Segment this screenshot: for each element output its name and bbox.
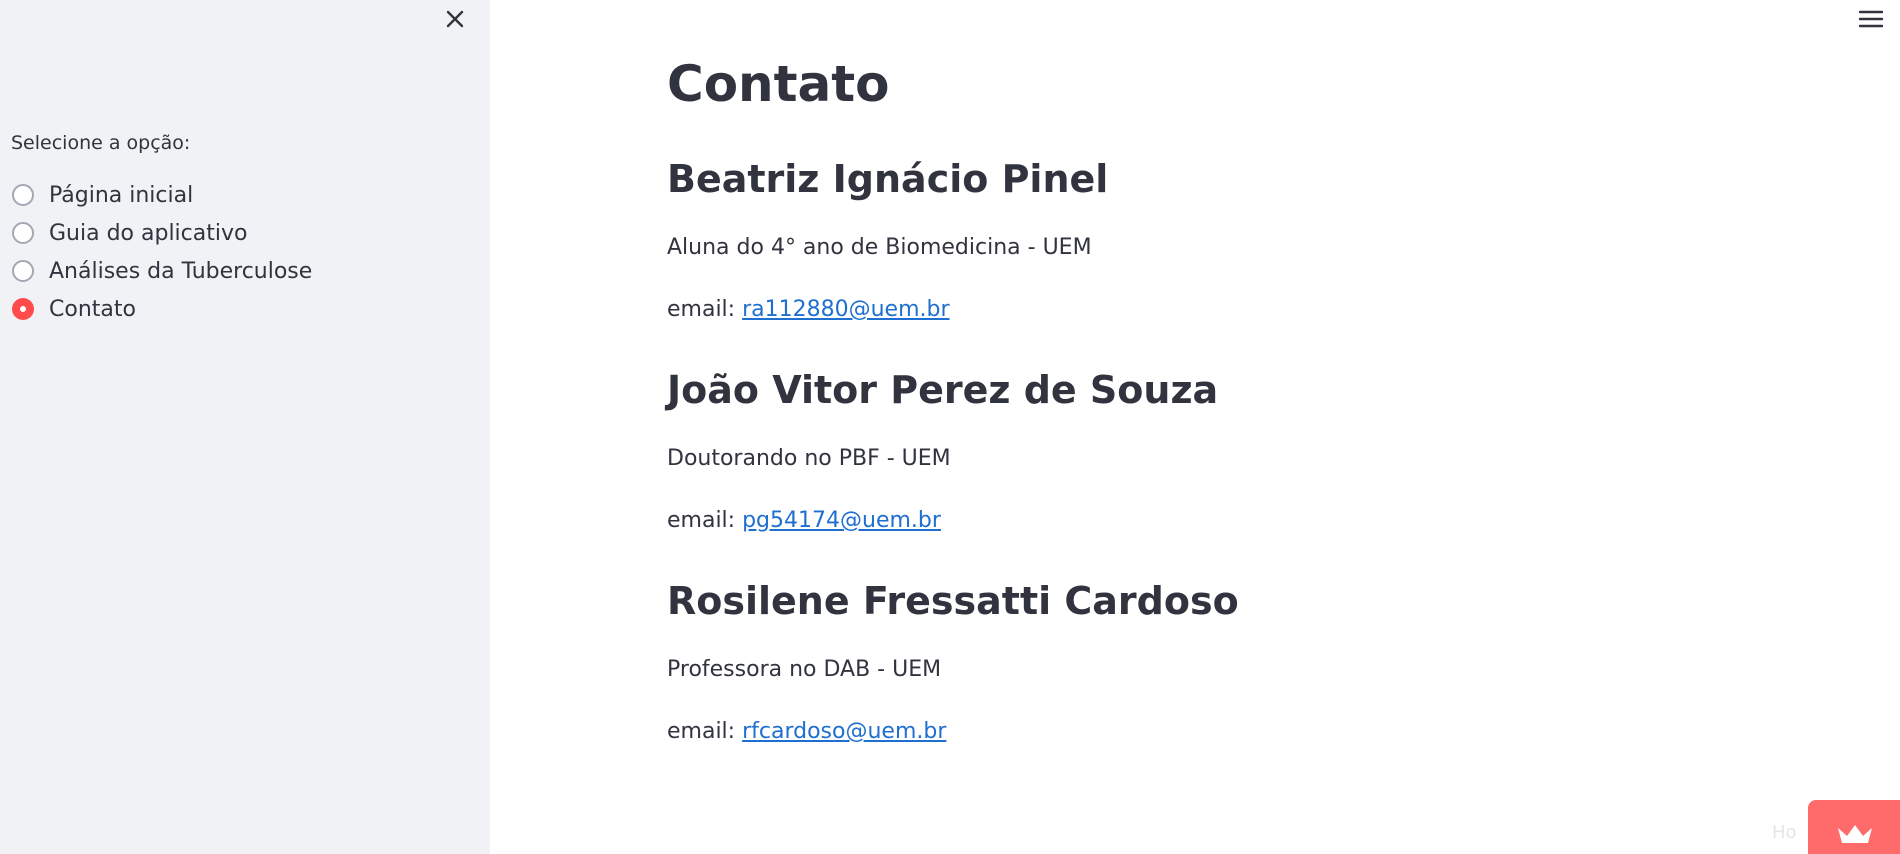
crown-icon: [1838, 825, 1872, 843]
contact-name: Beatriz Ignácio Pinel: [667, 157, 1109, 201]
contact-email-line: email: ra112880@uem.br: [667, 297, 950, 322]
radio-button-selected[interactable]: [12, 298, 34, 320]
hamburger-menu-icon: [1858, 10, 1884, 28]
sidebar: Selecione a opção: Página inicial Guia d…: [0, 0, 490, 854]
contact-email-line: email: rfcardoso@uem.br: [667, 719, 946, 744]
radio-option-pagina-inicial[interactable]: Página inicial: [12, 176, 312, 214]
radio-option-label: Guia do aplicativo: [49, 220, 248, 246]
main-menu-button[interactable]: [1857, 6, 1885, 34]
radio-button[interactable]: [12, 184, 34, 206]
radio-option-contato[interactable]: Contato: [12, 290, 312, 328]
navigation-radio-group: Página inicial Guia do aplicativo Anális…: [12, 176, 312, 328]
email-link[interactable]: rfcardoso@uem.br: [742, 719, 946, 744]
radio-option-label: Página inicial: [49, 182, 194, 208]
email-label: email:: [667, 508, 736, 533]
email-link[interactable]: pg54174@uem.br: [742, 508, 941, 533]
app-root: Selecione a opção: Página inicial Guia d…: [0, 0, 1900, 854]
close-icon: [446, 10, 464, 28]
radio-option-guia-do-aplicativo[interactable]: Guia do aplicativo: [12, 214, 312, 252]
hosted-badge-button[interactable]: [1808, 800, 1900, 854]
page-title: Contato: [667, 55, 890, 113]
radio-button[interactable]: [12, 222, 34, 244]
email-label: email:: [667, 297, 736, 322]
contact-email-line: email: pg54174@uem.br: [667, 508, 941, 533]
radio-option-analises-da-tuberculose[interactable]: Análises da Tuberculose: [12, 252, 312, 290]
radio-option-label: Análises da Tuberculose: [49, 258, 313, 284]
email-label: email:: [667, 719, 736, 744]
radio-button[interactable]: [12, 260, 34, 282]
close-sidebar-button[interactable]: [440, 4, 470, 34]
contact-role: Professora no DAB - UEM: [667, 657, 942, 682]
contact-role: Doutorando no PBF - UEM: [667, 446, 951, 471]
contact-role: Aluna do 4° ano de Biomedicina - UEM: [667, 235, 1092, 260]
contact-name: João Vitor Perez de Souza: [667, 368, 1219, 412]
contact-name: Rosilene Fressatti Cardoso: [667, 579, 1239, 623]
radio-group-label: Selecione a opção:: [11, 132, 191, 154]
hosted-with-text: Ho: [1772, 822, 1797, 843]
email-link[interactable]: ra112880@uem.br: [742, 297, 949, 322]
radio-option-label: Contato: [49, 296, 136, 322]
